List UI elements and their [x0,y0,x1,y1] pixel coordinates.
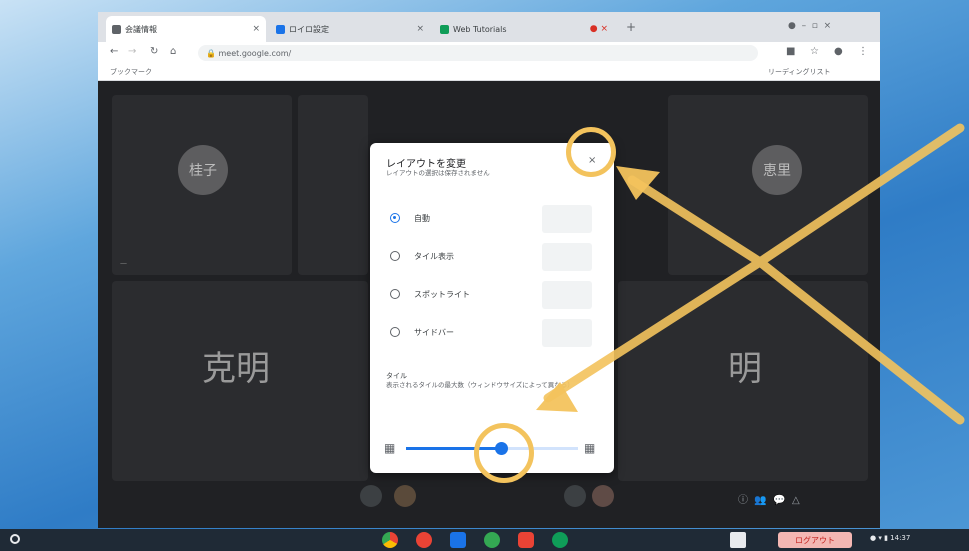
chrome-icon[interactable] [382,532,398,548]
annotation-ring-slider [474,423,534,483]
annotation-arrow-line [627,175,765,267]
youtube-icon[interactable] [518,532,534,548]
clock: 14:37 [890,534,911,542]
annotation-ring-close [566,127,616,177]
logout-button[interactable]: ログアウト [778,532,852,548]
os-shelf: ログアウト ● ▾ ▮ 14:37 [0,529,969,551]
play-store-icon[interactable] [484,532,500,548]
launcher-icon[interactable] [10,534,20,544]
annotation-line [755,123,965,267]
gmail-icon[interactable] [416,532,432,548]
meet-icon[interactable] [552,532,568,548]
annotation-arrow-line [543,257,765,403]
status-tray[interactable]: ● ▾ ▮ 14:37 [870,534,910,542]
files-icon[interactable] [450,532,466,548]
app-icon[interactable] [730,532,746,548]
annotation-line [755,257,965,425]
